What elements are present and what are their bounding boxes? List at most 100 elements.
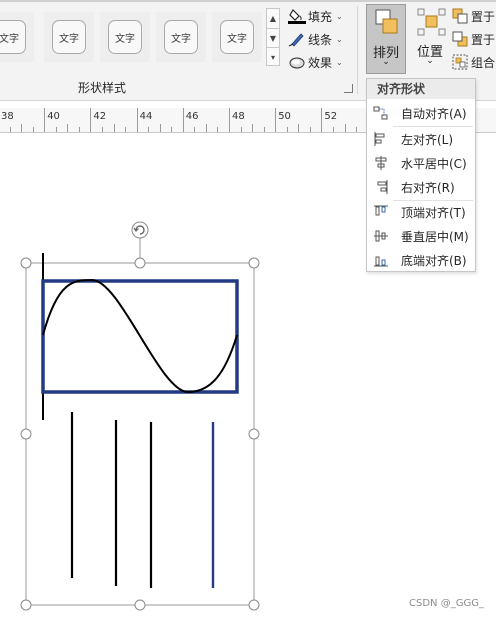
chevron-down-icon: ⌄: [426, 56, 434, 66]
send-to-back-icon: [452, 31, 468, 47]
gallery-scroll-down-icon[interactable]: ▼: [267, 28, 279, 48]
watermark: CSDN @_GGG_: [409, 598, 484, 609]
arrange-button[interactable]: 排列 ⌄: [366, 4, 406, 74]
gallery-scroll-up-icon[interactable]: ▲: [267, 9, 279, 28]
resize-handles[interactable]: [20, 257, 260, 611]
group-label: 组合: [471, 55, 496, 70]
pen-icon: [288, 31, 306, 47]
resize-handle[interactable]: [134, 257, 146, 269]
ruler-minor-tick: [21, 124, 23, 132]
rotate-handle-icon[interactable]: [131, 221, 149, 239]
ruler-major-tick: [321, 108, 323, 132]
ruler-major-tick: [44, 108, 46, 132]
resize-handle[interactable]: [20, 257, 32, 269]
bring-to-front-icon: [452, 8, 468, 24]
resize-handle[interactable]: [248, 599, 260, 611]
menu-item-align-left[interactable]: 左对齐(L): [367, 127, 475, 151]
align-center-horizontal-icon: [373, 155, 389, 171]
ruler-major-tick: [136, 108, 138, 132]
align-bottom-icon: [373, 252, 389, 268]
ruler-label: 42: [93, 111, 107, 122]
menu-item-align-right[interactable]: 右对齐(R): [367, 175, 475, 199]
ruler-minor-tick: [67, 124, 69, 132]
fill-bucket-icon: [288, 8, 306, 24]
shape-style-preview: 文字: [52, 20, 86, 54]
shape-style-item[interactable]: 文字: [156, 12, 206, 62]
effect-icon: [288, 54, 306, 70]
shape-style-preview: 文字: [108, 20, 142, 54]
ruler-label: 38: [1, 111, 14, 122]
gallery-more-icon[interactable]: ▾: [267, 47, 279, 67]
sine-curve[interactable]: [42, 278, 238, 394]
group-divider: [357, 6, 358, 94]
ribbon-top-border: [0, 0, 496, 2]
ruler-minor-tick: [286, 127, 288, 132]
line-button[interactable]: 线条 ⌄: [288, 29, 343, 49]
menu-title: 对齐形状: [367, 79, 475, 99]
ruler-minor-tick: [159, 124, 161, 132]
bring-to-front-button[interactable]: 置于: [452, 6, 495, 26]
ruler-major-tick: [275, 108, 277, 132]
position-icon: [417, 8, 446, 36]
ruler-major-tick: [182, 108, 184, 132]
ruler-minor-tick: [344, 124, 346, 132]
resize-handle[interactable]: [20, 599, 32, 611]
chevron-down-icon: ⌄: [336, 57, 343, 67]
menu-item-align-top[interactable]: 顶端对齐(T): [367, 200, 475, 224]
menu-item-align-center[interactable]: 水平居中(C): [367, 151, 475, 175]
shape-style-item[interactable]: 文字: [100, 12, 150, 62]
ruler-minor-tick: [101, 127, 103, 132]
ruler-major-tick: [90, 108, 92, 132]
send-to-back-button[interactable]: 置于: [452, 29, 495, 49]
menu-item-label: 垂直居中(M): [401, 229, 469, 244]
menu-item-label: 右对齐(R): [401, 180, 455, 195]
resize-handle[interactable]: [248, 257, 260, 269]
resize-handle[interactable]: [20, 428, 32, 440]
shape-style-item[interactable]: 文字: [44, 12, 94, 62]
group-button[interactable]: 组合: [452, 52, 495, 72]
align-left-icon: [373, 131, 389, 147]
shape-style-item[interactable]: 文字: [0, 12, 34, 62]
ruler-minor-tick: [356, 127, 358, 132]
shape-style-preview: 文字: [164, 20, 198, 54]
menu-item-auto-align[interactable]: 自动对齐(A): [367, 101, 475, 125]
ruler-minor-tick: [298, 124, 300, 132]
ruler-minor-tick: [309, 127, 311, 132]
ruler-minor-tick: [78, 127, 80, 132]
ruler-minor-tick: [55, 127, 57, 132]
menu-item-align-middle[interactable]: 垂直居中(M): [367, 224, 475, 248]
effect-button[interactable]: 效果 ⌄: [288, 52, 343, 72]
resize-handle[interactable]: [134, 599, 146, 611]
resize-handle[interactable]: [248, 428, 260, 440]
fill-label: 填充: [308, 9, 333, 24]
align-middle-vertical-icon: [373, 228, 389, 244]
menu-item-label: 水平居中(C): [401, 156, 467, 171]
effect-label: 效果: [308, 55, 333, 70]
ruler-minor-tick: [171, 127, 173, 132]
chevron-down-icon: ⌄: [336, 11, 343, 21]
position-button[interactable]: 位置 ⌄: [410, 4, 450, 74]
shape-style-preview: 文字: [0, 20, 26, 54]
chevron-down-icon: ⌄: [382, 57, 390, 67]
fill-button[interactable]: 填充 ⌄: [288, 6, 343, 26]
ruler-label: 46: [185, 111, 199, 122]
ruler-minor-tick: [113, 124, 115, 132]
ruler-minor-tick: [263, 127, 265, 132]
ruler-label: 44: [139, 111, 153, 122]
auto-align-icon: [373, 105, 389, 121]
menu-item-label: 底端对齐(B): [401, 253, 467, 268]
group-icon: [452, 54, 468, 70]
menu-item-label: 左对齐(L): [401, 132, 454, 147]
menu-item-label: 自动对齐(A): [401, 106, 467, 121]
align-shapes-menu: 对齐形状 自动对齐(A) 左对齐(L) 水平居中(C) 右对齐(R) 顶端对齐(…: [366, 78, 476, 272]
selection-box: [25, 262, 255, 606]
bring-to-front-label: 置于: [471, 9, 496, 24]
menu-item-align-bottom[interactable]: 底端对齐(B): [367, 248, 475, 272]
ruler-minor-tick: [148, 127, 150, 132]
shape-style-item[interactable]: 文字: [212, 12, 262, 62]
align-right-icon: [373, 179, 389, 195]
dialog-launcher-icon[interactable]: [344, 84, 353, 93]
ruler-label: 40: [47, 111, 60, 122]
ruler-minor-tick: [125, 127, 127, 132]
ruler-minor-tick: [205, 124, 207, 132]
